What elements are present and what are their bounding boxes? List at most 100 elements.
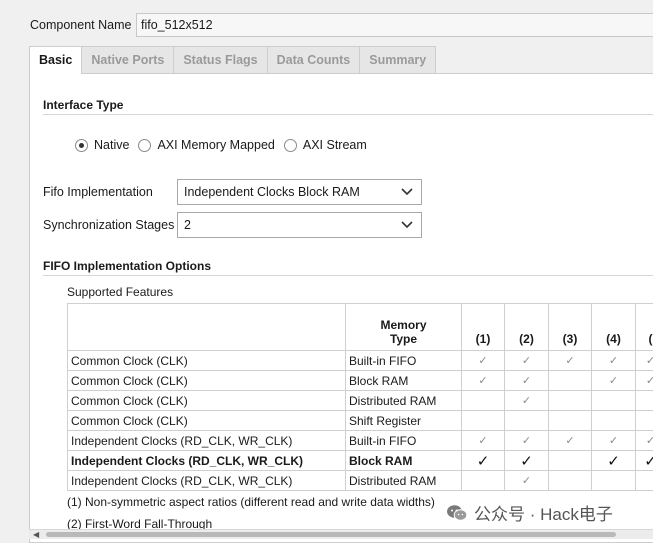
radio-native-label: Native (94, 138, 129, 152)
radio-native-button[interactable] (75, 139, 88, 152)
table-row: Common Clock (CLK)Built-in FIFO✓✓✓✓✓ (68, 351, 653, 371)
memory-type-cell: Distributed RAM (346, 391, 462, 411)
chevron-down-icon (401, 220, 413, 230)
sync-stages-label: Synchronization Stages (43, 218, 174, 232)
tab-status-flags[interactable]: Status Flags (173, 46, 267, 73)
table-header-row: Memory Type(1)(2)(3)(4)( (68, 304, 653, 351)
check-icon: ✓ (636, 431, 653, 451)
check-icon: ✓ (462, 451, 505, 471)
wechat-icon (446, 504, 468, 522)
component-name-label: Component Name (30, 18, 131, 32)
check-icon: ✓ (636, 451, 653, 471)
clock-type-cell: Independent Clocks (RD_CLK, WR_CLK) (68, 431, 346, 451)
chevron-down-icon (401, 187, 413, 197)
empty-cell (636, 391, 653, 411)
radio-axi-stream[interactable]: AXI Stream (284, 138, 367, 152)
table-header-cell (68, 304, 346, 351)
check-icon: ✓ (592, 351, 636, 371)
check-icon: ✓ (462, 431, 505, 451)
empty-cell (549, 371, 592, 391)
radio-axi-stream-label: AXI Stream (303, 138, 367, 152)
memory-type-cell: Block RAM (346, 371, 462, 391)
empty-cell (636, 471, 653, 491)
empty-cell (549, 411, 592, 431)
supported-features-table: Memory Type(1)(2)(3)(4)(Common Clock (CL… (67, 303, 653, 491)
component-name-input[interactable] (136, 13, 653, 37)
empty-cell (592, 411, 636, 431)
radio-axi-stream-button[interactable] (284, 139, 297, 152)
empty-cell (592, 471, 636, 491)
clock-type-cell: Independent Clocks (RD_CLK, WR_CLK) (68, 451, 346, 471)
tab-bar: Basic Native Ports Status Flags Data Cou… (29, 46, 435, 73)
tab-data-counts[interactable]: Data Counts (267, 46, 361, 73)
impl-options-title: FIFO Implementation Options (43, 259, 211, 273)
check-icon: ✓ (592, 431, 636, 451)
table-row: Common Clock (CLK)Distributed RAM ✓ (68, 391, 653, 411)
memory-type-cell: Distributed RAM (346, 471, 462, 491)
check-icon: ✓ (505, 391, 549, 411)
check-icon: ✓ (505, 431, 549, 451)
empty-cell (462, 471, 505, 491)
check-icon: ✓ (462, 371, 505, 391)
table-header-cell: (1) (462, 304, 505, 351)
interface-type-divider (43, 114, 653, 115)
empty-cell (462, 411, 505, 431)
table-header-cell: (2) (505, 304, 549, 351)
sync-stages-select[interactable]: 2 (177, 212, 422, 238)
radio-axi-memory-mapped[interactable]: AXI Memory Mapped (138, 138, 274, 152)
table-header-cell: ( (636, 304, 653, 351)
check-icon: ✓ (505, 351, 549, 371)
check-icon: ✓ (592, 371, 636, 391)
table-row: Independent Clocks (RD_CLK, WR_CLK)Block… (68, 451, 653, 471)
empty-cell (462, 391, 505, 411)
memory-type-cell: Built-in FIFO (346, 351, 462, 371)
supported-features-label: Supported Features (67, 285, 173, 299)
clock-type-cell: Common Clock (CLK) (68, 391, 346, 411)
table-header-cell: (3) (549, 304, 592, 351)
check-icon: ✓ (505, 451, 549, 471)
empty-cell (505, 411, 549, 431)
watermark-text: 公众号 · Hack电子 (474, 500, 613, 525)
interface-type-radio-group: Native AXI Memory Mapped AXI Stream (75, 138, 376, 152)
table-row: Independent Clocks (RD_CLK, WR_CLK)Distr… (68, 471, 653, 491)
empty-cell (549, 451, 592, 471)
basic-tab-panel: Interface Type Native AXI Memory Mapped … (29, 73, 653, 543)
scrollbar-thumb[interactable] (46, 532, 616, 537)
empty-cell (549, 471, 592, 491)
memory-type-cell: Built-in FIFO (346, 431, 462, 451)
empty-cell (592, 391, 636, 411)
table-row: Independent Clocks (RD_CLK, WR_CLK)Built… (68, 431, 653, 451)
table-header-cell: (4) (592, 304, 636, 351)
radio-axi-memory-mapped-button[interactable] (138, 139, 151, 152)
component-name-row: Component Name (0, 0, 653, 44)
table-row: Common Clock (CLK)Block RAM✓✓✓✓ (68, 371, 653, 391)
clock-type-cell: Common Clock (CLK) (68, 351, 346, 371)
empty-cell (636, 411, 653, 431)
clock-type-cell: Common Clock (CLK) (68, 371, 346, 391)
check-icon: ✓ (592, 451, 636, 471)
check-icon: ✓ (636, 371, 653, 391)
check-icon: ✓ (549, 351, 592, 371)
check-icon: ✓ (505, 471, 549, 491)
memory-type-cell: Block RAM (346, 451, 462, 471)
table-header-cell: Memory Type (346, 304, 462, 351)
memory-type-cell: Shift Register (346, 411, 462, 431)
clock-type-cell: Common Clock (CLK) (68, 411, 346, 431)
radio-axi-memory-mapped-label: AXI Memory Mapped (157, 138, 274, 152)
footnote-1: (1) Non-symmetric aspect ratios (differe… (67, 495, 435, 509)
impl-options-divider (43, 275, 653, 276)
radio-native[interactable]: Native (75, 138, 129, 152)
fifo-implementation-label: Fifo Implementation (43, 185, 153, 199)
watermark: 公众号 · Hack电子 (444, 500, 615, 525)
empty-cell (549, 391, 592, 411)
check-icon: ✓ (462, 351, 505, 371)
fifo-implementation-select[interactable]: Independent Clocks Block RAM (177, 179, 422, 205)
table-row: Common Clock (CLK)Shift Register (68, 411, 653, 431)
tab-summary[interactable]: Summary (359, 46, 436, 73)
check-icon: ✓ (549, 431, 592, 451)
sync-stages-value: 2 (184, 218, 191, 232)
tab-native-ports[interactable]: Native Ports (81, 46, 174, 73)
fifo-implementation-value: Independent Clocks Block RAM (184, 185, 360, 199)
tab-basic[interactable]: Basic (29, 46, 82, 74)
check-icon: ✓ (505, 371, 549, 391)
